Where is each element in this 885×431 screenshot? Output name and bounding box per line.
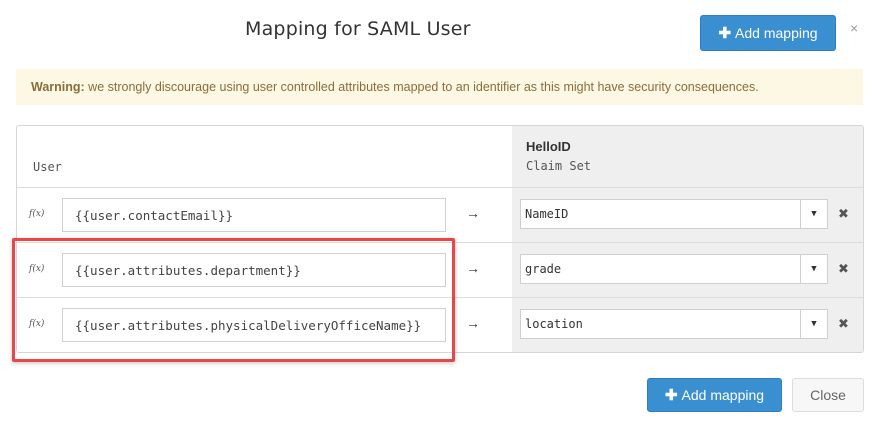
plus-icon: ✚ bbox=[664, 387, 678, 404]
arrow-right-icon: → bbox=[466, 260, 480, 276]
delete-icon[interactable]: ✖ bbox=[838, 316, 849, 332]
claim-select[interactable]: NameID ▼ bbox=[520, 199, 828, 229]
delete-icon[interactable]: ✖ bbox=[838, 261, 849, 277]
claim-select-value: grade bbox=[525, 262, 562, 276]
claim-select[interactable]: grade ▼ bbox=[520, 254, 828, 284]
highlight-annotation bbox=[12, 238, 455, 362]
arrow-right-icon: → bbox=[466, 205, 480, 221]
claim-column-header-title: HelloID bbox=[526, 139, 571, 154]
row-divider bbox=[17, 187, 863, 188]
claim-select[interactable]: location ▼ bbox=[520, 309, 828, 339]
caret-down-icon[interactable]: ▼ bbox=[800, 200, 827, 228]
caret-down-icon[interactable]: ▼ bbox=[800, 255, 827, 283]
warning-text: we strongly discourage using user contro… bbox=[84, 80, 759, 94]
close-icon[interactable]: × bbox=[850, 20, 858, 36]
claim-select-value: location bbox=[525, 317, 583, 331]
plus-icon: ✚ bbox=[718, 25, 732, 42]
caret-down-icon[interactable]: ▼ bbox=[800, 310, 827, 338]
add-mapping-label: Add mapping bbox=[735, 25, 818, 41]
arrow-right-icon: → bbox=[466, 315, 480, 331]
add-mapping-button-bottom[interactable]: ✚ Add mapping bbox=[647, 378, 782, 412]
claim-select-value: NameID bbox=[525, 207, 569, 221]
mapping-expression-input[interactable]: {{user.contactEmail}} bbox=[62, 198, 446, 232]
delete-icon[interactable]: ✖ bbox=[838, 206, 849, 222]
close-button[interactable]: Close bbox=[792, 378, 864, 412]
user-column-header: User bbox=[33, 160, 62, 174]
add-mapping-button-top[interactable]: ✚ Add mapping bbox=[700, 15, 836, 51]
claim-column-header-subtitle: Claim Set bbox=[526, 159, 592, 173]
warning-strong: Warning: bbox=[31, 80, 85, 94]
warning-alert: Warning: we strongly discourage using us… bbox=[16, 69, 863, 105]
modal-title: Mapping for SAML User bbox=[245, 18, 471, 40]
add-mapping-label: Add mapping bbox=[681, 387, 765, 403]
function-icon: f(x) bbox=[29, 209, 45, 219]
